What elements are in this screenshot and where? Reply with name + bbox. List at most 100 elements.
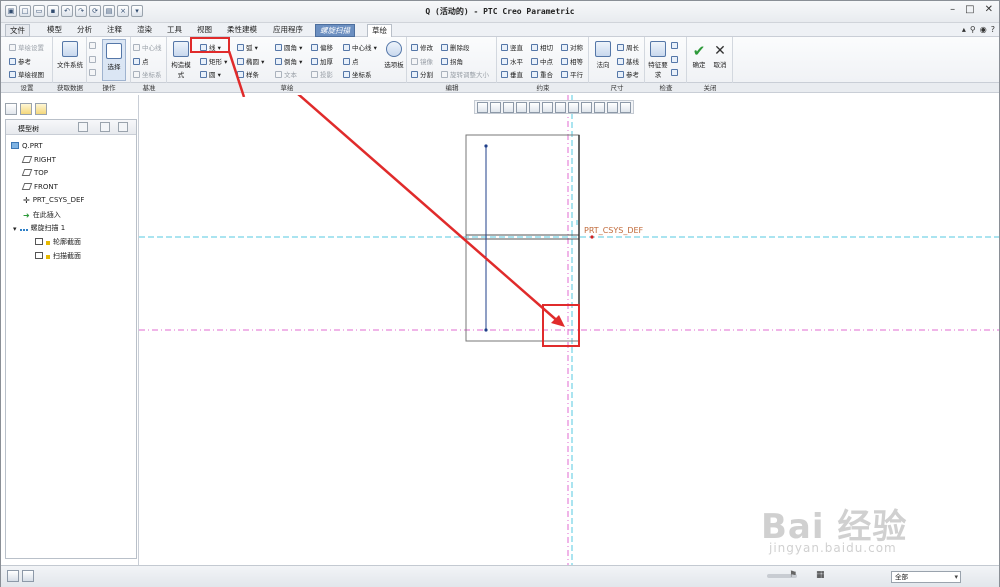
toggle-navigator-icon[interactable] <box>7 570 19 582</box>
toggle-browser-icon[interactable] <box>22 570 34 582</box>
tab-model[interactable]: 模型 <box>43 24 66 37</box>
reference-dimension-button[interactable]: 参考 <box>617 69 639 79</box>
sketch-canvas[interactable]: PRT_CSYS_DEF <box>139 95 999 565</box>
tree-item-top[interactable]: TOP <box>21 169 48 177</box>
tab-annotate[interactable]: 注释 <box>103 24 126 37</box>
corner-button[interactable]: 拐角 <box>441 56 463 66</box>
datum-csys-button[interactable]: 坐标系 <box>133 69 162 79</box>
file-system-button[interactable]: 文件系统 <box>57 41 83 69</box>
tab-helical-sweep[interactable]: 螺旋扫描 <box>315 24 355 37</box>
tab-sketch[interactable]: 草绘 <box>367 24 392 37</box>
copy-button[interactable] <box>89 56 98 64</box>
display-style-icon[interactable] <box>529 102 540 113</box>
paste-button[interactable] <box>89 69 98 77</box>
feature-requirements-button[interactable]: 特征要求 <box>647 41 669 79</box>
search-icon[interactable]: ⚲ <box>970 25 976 34</box>
minimize-ribbon-icon[interactable]: ▴ <box>962 25 966 34</box>
sketch-setup-button[interactable]: 草绘设置 <box>9 42 44 52</box>
horizontal-constraint-button[interactable]: 水平 <box>501 56 523 66</box>
tree-item-right[interactable]: RIGHT <box>21 156 56 164</box>
csys-label[interactable]: PRT_CSYS_DEF <box>584 226 644 235</box>
view-manager-icon[interactable] <box>620 102 631 113</box>
folder-browser-tab-icon[interactable] <box>20 103 32 115</box>
sketch-csys-button[interactable]: 坐标系 <box>343 69 372 79</box>
tree-item-csys[interactable]: ✛ PRT_CSYS_DEF <box>23 196 84 205</box>
tree-item-helical-sweep[interactable]: ▾ 螺旋扫描 1 <box>13 223 65 233</box>
delete-segment-button[interactable]: 删除段 <box>441 42 470 52</box>
vertical-constraint-button[interactable]: 竖直 <box>501 42 523 52</box>
inspect-tool-2[interactable] <box>671 56 680 64</box>
tree-filter-icon[interactable] <box>100 122 110 132</box>
coincident-constraint-button[interactable]: 重合 <box>531 69 553 79</box>
thicken-button[interactable]: 加厚 <box>311 56 333 66</box>
minimize-icon[interactable]: – <box>950 4 955 15</box>
refit-icon[interactable] <box>477 102 488 113</box>
close-icon[interactable]: ✕ <box>985 4 993 15</box>
flag-icon[interactable]: ⚑ <box>789 570 797 580</box>
tree-columns-icon[interactable] <box>118 122 128 132</box>
palette-button[interactable]: 选项板 <box>383 41 405 69</box>
tab-flexible-modeling[interactable]: 柔性建模 <box>223 24 261 37</box>
spin-center-icon[interactable] <box>581 102 592 113</box>
midpoint-constraint-button[interactable]: 中点 <box>531 56 553 66</box>
line-end-point[interactable] <box>484 328 488 332</box>
equal-constraint-button[interactable]: 相等 <box>561 56 583 66</box>
model-tree-tab-icon[interactable] <box>5 103 17 115</box>
zoom-in-icon[interactable] <box>490 102 501 113</box>
tab-view[interactable]: 视图 <box>193 24 216 37</box>
text-button[interactable]: 文本 <box>275 69 297 79</box>
expand-arrow-icon[interactable]: ▾ <box>13 225 17 233</box>
group-label-inspect[interactable]: 检查 <box>645 83 687 93</box>
line-start-point[interactable] <box>484 144 488 148</box>
tab-applications[interactable]: 应用程序 <box>269 24 307 37</box>
settings-icon[interactable]: ◉ <box>980 25 987 34</box>
annotation-display-icon[interactable] <box>594 102 605 113</box>
tab-file[interactable]: 文件 <box>5 24 30 37</box>
tree-item-insert-here[interactable]: ➜ 在此插入 <box>23 210 61 220</box>
sketch-view-button[interactable]: 草绘视图 <box>9 69 44 79</box>
fillet-button[interactable]: 圆角 ▾ <box>275 42 302 52</box>
selection-filter-dropdown[interactable]: 全部 <box>891 571 961 583</box>
maximize-icon[interactable]: □ <box>965 4 974 15</box>
parallel-constraint-button[interactable]: 平行 <box>561 69 583 79</box>
project-button[interactable]: 投影 <box>311 69 333 79</box>
tab-tools[interactable]: 工具 <box>163 24 186 37</box>
cut-button[interactable] <box>89 42 98 50</box>
tree-settings-icon[interactable] <box>78 122 88 132</box>
graphics-window[interactable]: PRT_CSYS_DEF <box>139 95 999 565</box>
group-label-operations[interactable]: 操作 <box>87 83 131 93</box>
select-button[interactable]: 选择 <box>104 43 124 71</box>
tab-render[interactable]: 渲染 <box>133 24 156 37</box>
group-label-setup[interactable]: 设置 <box>1 83 53 93</box>
normal-dimension-button[interactable]: 法向 <box>592 41 614 69</box>
mirror-button[interactable]: 镜像 <box>411 56 433 66</box>
offset-button[interactable]: 偏移 <box>311 42 333 52</box>
datum-point-button[interactable]: 点 <box>133 56 149 66</box>
tangent-constraint-button[interactable]: 相切 <box>531 42 553 52</box>
datum-display-filters-icon[interactable] <box>568 102 579 113</box>
datum-centerline-button[interactable]: 中心线 <box>133 42 162 52</box>
tree-item-sweep-section[interactable]: 扫描截面 <box>35 251 81 261</box>
sketch-centerline-button[interactable]: 中心线 ▾ <box>343 42 377 52</box>
sketch-view-toolbar-icon[interactable] <box>555 102 566 113</box>
smart-selection-icon[interactable]: ▦ <box>816 570 825 580</box>
cancel-button[interactable]: ✕ 取消 <box>711 43 729 69</box>
tree-item-profile-section[interactable]: 轮廓截面 <box>35 237 81 247</box>
divide-button[interactable]: 分割 <box>411 69 433 79</box>
circle-button[interactable]: 圆 ▾ <box>200 69 221 79</box>
tree-item-front[interactable]: FRONT <box>21 183 58 191</box>
baseline-button[interactable]: 基线 <box>617 56 639 66</box>
rectangle-button[interactable]: 矩形 ▾ <box>200 56 227 66</box>
inspect-tool-1[interactable] <box>671 42 680 50</box>
symmetric-constraint-button[interactable]: 对称 <box>561 42 583 52</box>
chamfer-button[interactable]: 倒角 ▾ <box>275 56 302 66</box>
ok-button[interactable]: ✔ 确定 <box>690 43 708 69</box>
sketcher-display-filters-icon[interactable] <box>607 102 618 113</box>
saved-orientations-icon[interactable] <box>542 102 553 113</box>
sketch-point-button[interactable]: 点 <box>343 56 359 66</box>
modify-button[interactable]: 修改 <box>411 42 433 52</box>
tree-item-part[interactable]: Q.PRT <box>11 142 43 150</box>
group-label-constrain[interactable]: 约束 <box>497 83 589 93</box>
tab-analysis[interactable]: 分析 <box>73 24 96 37</box>
repaint-icon[interactable] <box>516 102 527 113</box>
